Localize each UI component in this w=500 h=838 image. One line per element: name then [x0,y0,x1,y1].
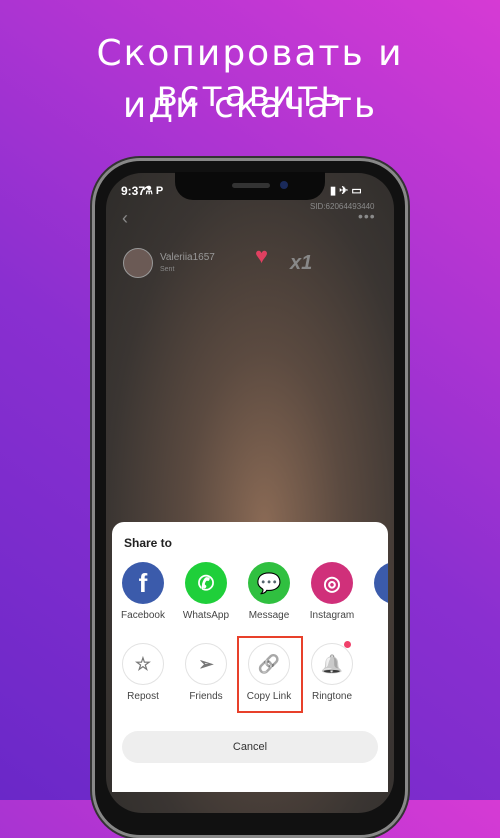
instagram-icon: ◎ [311,562,353,604]
sent-status: Sent [160,266,175,273]
camera-icon [280,181,288,189]
repost-button[interactable]: ☆ Repost [112,643,175,702]
more-icon[interactable]: ••• [358,208,376,224]
headline-line2: иди скачать [122,85,378,126]
whatsapp-icon: ✆ [185,562,227,604]
share-label: Message [248,610,290,621]
heart-gift-icon: ♥ [255,243,269,268]
status-right-icons: ▮ ✈ ▭ [330,185,362,197]
ringtone-icon: 🔔 [311,643,353,685]
repost-icon: ☆ [122,643,164,685]
facebook-icon: f [122,562,164,604]
action-label: Ringtone [311,691,353,702]
share-label: WhatsApp [182,610,230,621]
friends-icon: ➢ [185,643,227,685]
message-icon: 💬 [248,562,290,604]
share-message-button[interactable]: 💬 Message [237,562,301,621]
action-label: Friends [189,691,223,702]
speaker [232,183,270,188]
gift-count: x1 [290,252,313,274]
share-facebook-button[interactable]: f Facebook [112,562,175,621]
avatar[interactable] [123,248,153,278]
notification-dot [344,641,351,648]
share-label: Facebook [121,610,165,621]
cancel-button[interactable]: Cancel [122,731,378,763]
share-whatsapp-button[interactable]: ✆ WhatsApp [174,562,238,621]
copy-link-highlight [237,636,303,713]
share-instagram-button[interactable]: ◎ Instagram [300,562,364,621]
share-label: FB [363,610,388,621]
status-time: 9:37 [121,184,146,198]
share-sheet: Share to f Facebook ✆ WhatsApp 💬 Message ◎ Inst… [112,522,388,792]
share-title: Share to [124,536,173,550]
fb-icon: f [374,562,388,604]
back-icon[interactable]: ‹ [122,208,128,229]
share-fb-button[interactable]: f FB [363,562,388,621]
share-label: Instagram [309,610,355,621]
friends-button[interactable]: ➢ Friends [174,643,238,702]
action-label: Repost [127,691,159,702]
status-left-icons: ⚗ P [143,185,164,197]
username[interactable]: Valeriia1657 [160,252,215,263]
ringtone-button[interactable]: 🔔 Ringtone [300,641,364,702]
